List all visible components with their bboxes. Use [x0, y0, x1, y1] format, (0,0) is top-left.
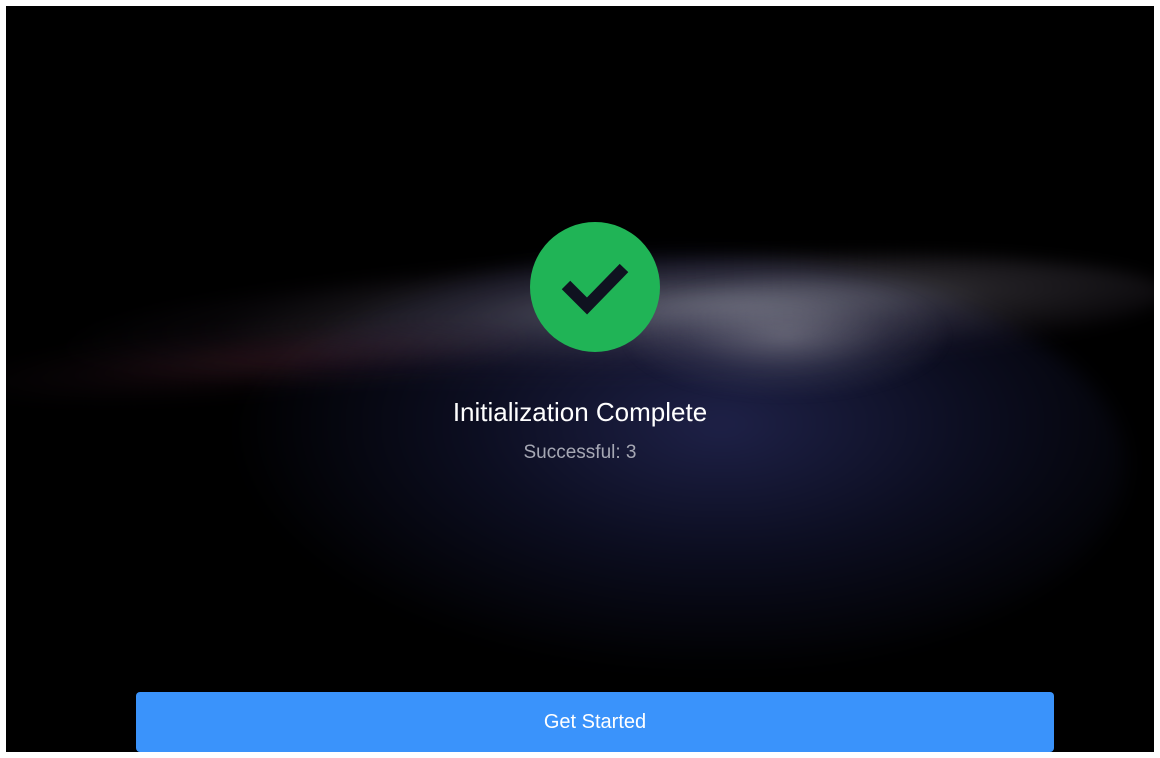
- background-glow-core: [626, 276, 946, 396]
- checkmark-circle-icon: [530, 222, 660, 352]
- initialization-complete-screen: Initialization Complete Successful: 3 Ge…: [6, 6, 1154, 752]
- checkmark-icon: [561, 263, 629, 315]
- status-detail: Successful: 3: [523, 442, 637, 463]
- background-glow: [226, 256, 1126, 676]
- get-started-button[interactable]: Get Started: [136, 692, 1054, 752]
- status-title: Initialization Complete: [452, 397, 708, 427]
